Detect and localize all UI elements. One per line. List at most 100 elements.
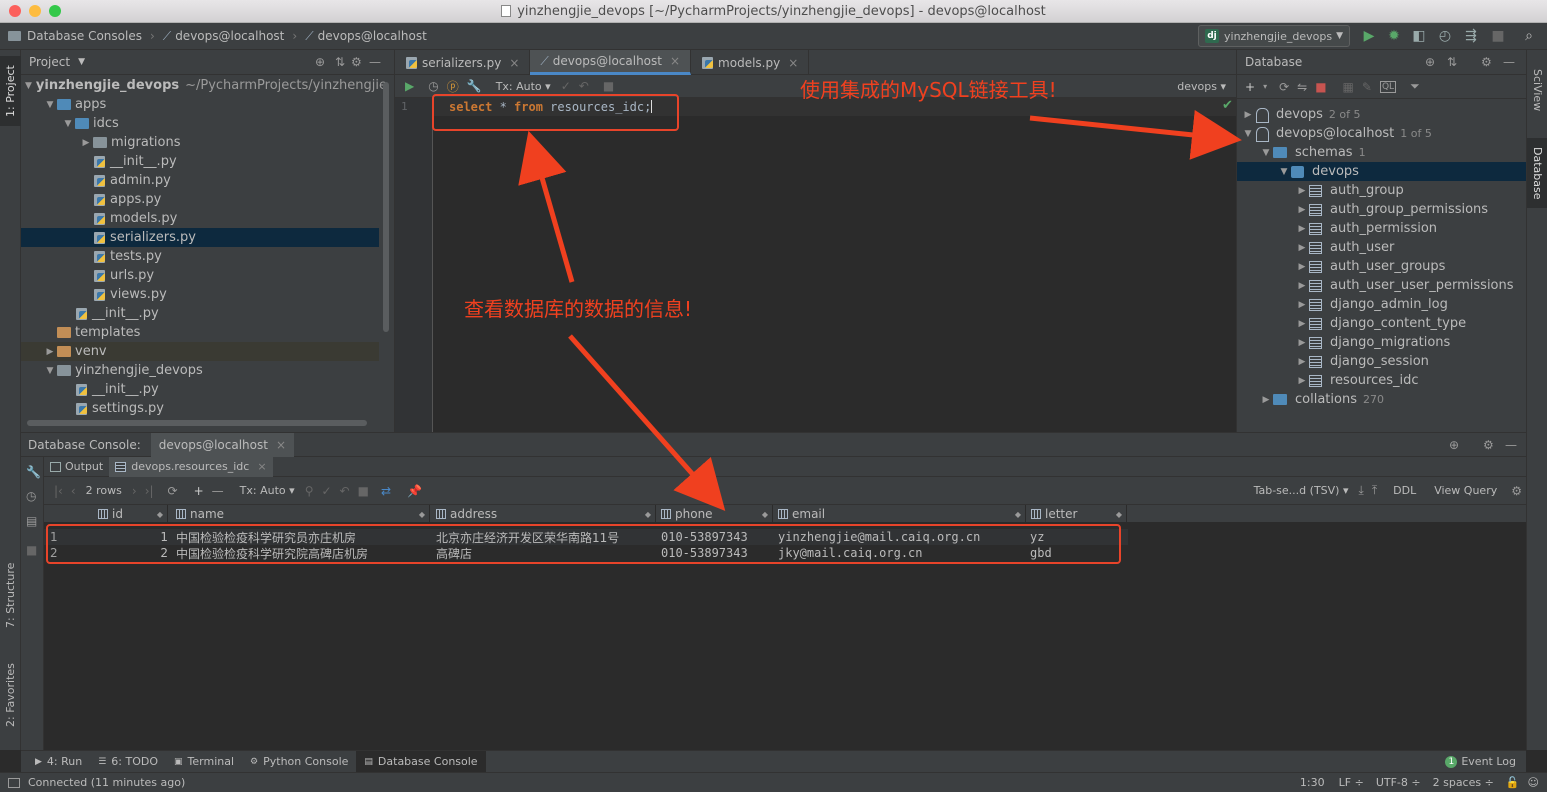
collapse-all-icon[interactable]: ⇅ (1447, 55, 1457, 69)
hide-panel-icon[interactable]: — (1505, 438, 1517, 452)
tool-window-todo[interactable]: ☰ 6: TODO (90, 751, 166, 773)
commit-icon[interactable]: ✓ (561, 79, 571, 93)
column-header-email[interactable]: email ◆ (776, 505, 1026, 523)
locate-icon[interactable]: ⊕ (315, 55, 325, 69)
chevron-down-icon[interactable]: ▾ (1263, 82, 1267, 91)
tool-window-database[interactable]: ▤ Database Console (356, 750, 486, 773)
db-tree-table[interactable]: ▶ auth_user_user_permissions (1237, 276, 1526, 295)
gear-icon[interactable]: ⚙ (1511, 484, 1522, 498)
db-tree-node[interactable]: ▶ collations 270 (1237, 390, 1526, 409)
refresh-icon[interactable]: ⟳ (1279, 80, 1289, 94)
tx-mode-selector[interactable]: Tx: Auto ▾ (240, 484, 295, 497)
column-header-id[interactable]: id ◆ (96, 505, 168, 523)
schema-selector[interactable]: devops ▾ (1177, 80, 1226, 93)
tree-item-file[interactable]: apps.py (21, 190, 379, 209)
close-icon[interactable]: × (788, 56, 798, 70)
chevron-right-icon[interactable]: ▶ (79, 138, 93, 148)
profile-icon[interactable]: ◴ (1436, 27, 1454, 45)
tree-item-file[interactable]: views.py (21, 285, 379, 304)
db-tree-table[interactable]: ▶ django_migrations (1237, 333, 1526, 352)
tree-item-file[interactable]: urls.py (21, 266, 379, 285)
layout-icon[interactable]: ▤ (26, 514, 37, 528)
history-icon[interactable]: ◷ (26, 489, 36, 503)
tool-window-terminal[interactable]: ▣ Terminal (166, 751, 242, 773)
sort-icon[interactable]: ◆ (645, 510, 651, 519)
chevron-down-icon[interactable]: ▼ (25, 81, 32, 91)
db-tree-node[interactable]: ▼ schemas 1 (1237, 143, 1526, 162)
sort-icon[interactable]: ◆ (762, 510, 768, 519)
search-everywhere-icon[interactable]: ⌕ (1520, 27, 1538, 45)
gear-icon[interactable]: ⚙ (351, 55, 362, 69)
chevron-down-icon[interactable]: ▼ (1241, 129, 1255, 139)
hide-panel-icon[interactable]: — (369, 55, 381, 69)
tx-mode-selector[interactable]: Tx: Auto ▾ (496, 80, 551, 93)
chevron-right-icon[interactable]: ▶ (1295, 338, 1309, 348)
chevron-right-icon[interactable]: ▶ (1295, 224, 1309, 234)
subtab-output[interactable]: Output (44, 457, 109, 477)
breadcrumb-database-consoles[interactable]: Database Consoles (0, 29, 148, 43)
sort-icon[interactable]: ◆ (1015, 510, 1021, 519)
tree-item-file[interactable]: admin.py (21, 171, 379, 190)
db-tree-table[interactable]: ▶ django_content_type (1237, 314, 1526, 333)
tool-window-python[interactable]: ⚙ Python Console (242, 751, 356, 773)
chevron-down-icon[interactable]: ▼ (61, 119, 75, 129)
wrench-icon[interactable]: 🔧 (26, 465, 41, 479)
chevron-right-icon[interactable]: ▶ (43, 347, 57, 357)
chevron-down-icon[interactable]: ▼ (78, 57, 85, 67)
console-tab[interactable]: devops@localhost × (150, 432, 295, 457)
line-separator[interactable]: LF ÷ (1339, 776, 1364, 789)
column-header-letter[interactable]: letter ◆ (1029, 505, 1127, 523)
close-icon[interactable]: × (276, 438, 286, 452)
run-configuration-selector[interactable]: dj yinzhengjie_devops ▼ (1198, 25, 1350, 47)
chevron-right-icon[interactable]: ▶ (1295, 205, 1309, 215)
close-icon[interactable]: × (257, 460, 266, 473)
cancel-statement-icon[interactable]: ■ (603, 79, 614, 93)
edit-icon[interactable]: ✎ (1362, 80, 1372, 94)
db-tree-node[interactable]: ▼ devops (1237, 162, 1526, 181)
sort-icon[interactable]: ◆ (1116, 510, 1122, 519)
chevron-down-icon[interactable]: ▼ (1259, 148, 1273, 158)
chevron-right-icon[interactable]: ▶ (1295, 300, 1309, 310)
gear-icon[interactable]: ⚙ (1483, 438, 1494, 452)
locate-icon[interactable]: ⊕ (1425, 55, 1435, 69)
db-tree-table[interactable]: ▶ django_session (1237, 352, 1526, 371)
db-tree-table[interactable]: ▶ auth_group (1237, 181, 1526, 200)
minimize-window-button[interactable] (29, 5, 41, 17)
collapse-all-icon[interactable]: ⇅ (335, 55, 345, 69)
chevron-right-icon[interactable]: ▶ (1295, 281, 1309, 291)
tab-serializers[interactable]: serializers.py × (395, 50, 531, 75)
tool-tab-sciview[interactable]: SciView (1527, 60, 1547, 120)
rollback-icon[interactable]: ↶ (340, 484, 350, 498)
indent-setting[interactable]: 2 spaces ÷ (1433, 776, 1494, 789)
execute-icon[interactable]: ▶ (405, 79, 414, 93)
sql-console-icon[interactable]: QL (1379, 80, 1397, 93)
tree-item-file[interactable]: __init__.py (21, 152, 379, 171)
column-header-name[interactable]: name ◆ (174, 505, 430, 523)
first-page-icon[interactable]: |‹ (54, 484, 63, 498)
coverage-icon[interactable]: ◧ (1410, 27, 1428, 45)
close-window-button[interactable] (9, 5, 21, 17)
sort-icon[interactable]: ◆ (419, 510, 425, 519)
history-icon[interactable]: ◷ (428, 79, 438, 93)
tab-models[interactable]: models.py × (691, 50, 810, 75)
tree-item-file[interactable]: settings.py (21, 399, 379, 418)
tree-item-file[interactable]: __init__.py (21, 380, 379, 399)
event-log-button[interactable]: 1 Event Log (1445, 755, 1526, 768)
chevron-right-icon[interactable]: ▶ (1241, 110, 1255, 120)
add-icon[interactable]: + (1245, 80, 1255, 94)
column-header-phone[interactable]: phone ◆ (659, 505, 773, 523)
scrollbar[interactable] (383, 82, 389, 332)
tool-tab-structure[interactable]: 7: Structure (0, 555, 21, 635)
chevron-right-icon[interactable]: ▶ (1295, 186, 1309, 196)
run-icon[interactable]: ▶ (1360, 27, 1378, 45)
db-tree-table[interactable]: ▶ auth_user_groups (1237, 257, 1526, 276)
horizontal-scrollbar[interactable] (27, 420, 367, 426)
python-sql-icon[interactable]: ⓟ (447, 78, 459, 95)
db-tree-table[interactable]: ▶ django_admin_log (1237, 295, 1526, 314)
sort-icon[interactable]: ◆ (157, 510, 163, 519)
column-header-address[interactable]: address ◆ (434, 505, 656, 523)
db-tree-node[interactable]: ▶ devops 2 of 5 (1237, 105, 1526, 124)
db-tree-node[interactable]: ▼ devops@localhost 1 of 5 (1237, 124, 1526, 143)
tree-item-folder[interactable]: ▶ migrations (21, 133, 379, 152)
gear-icon[interactable]: ⚙ (1481, 55, 1492, 69)
